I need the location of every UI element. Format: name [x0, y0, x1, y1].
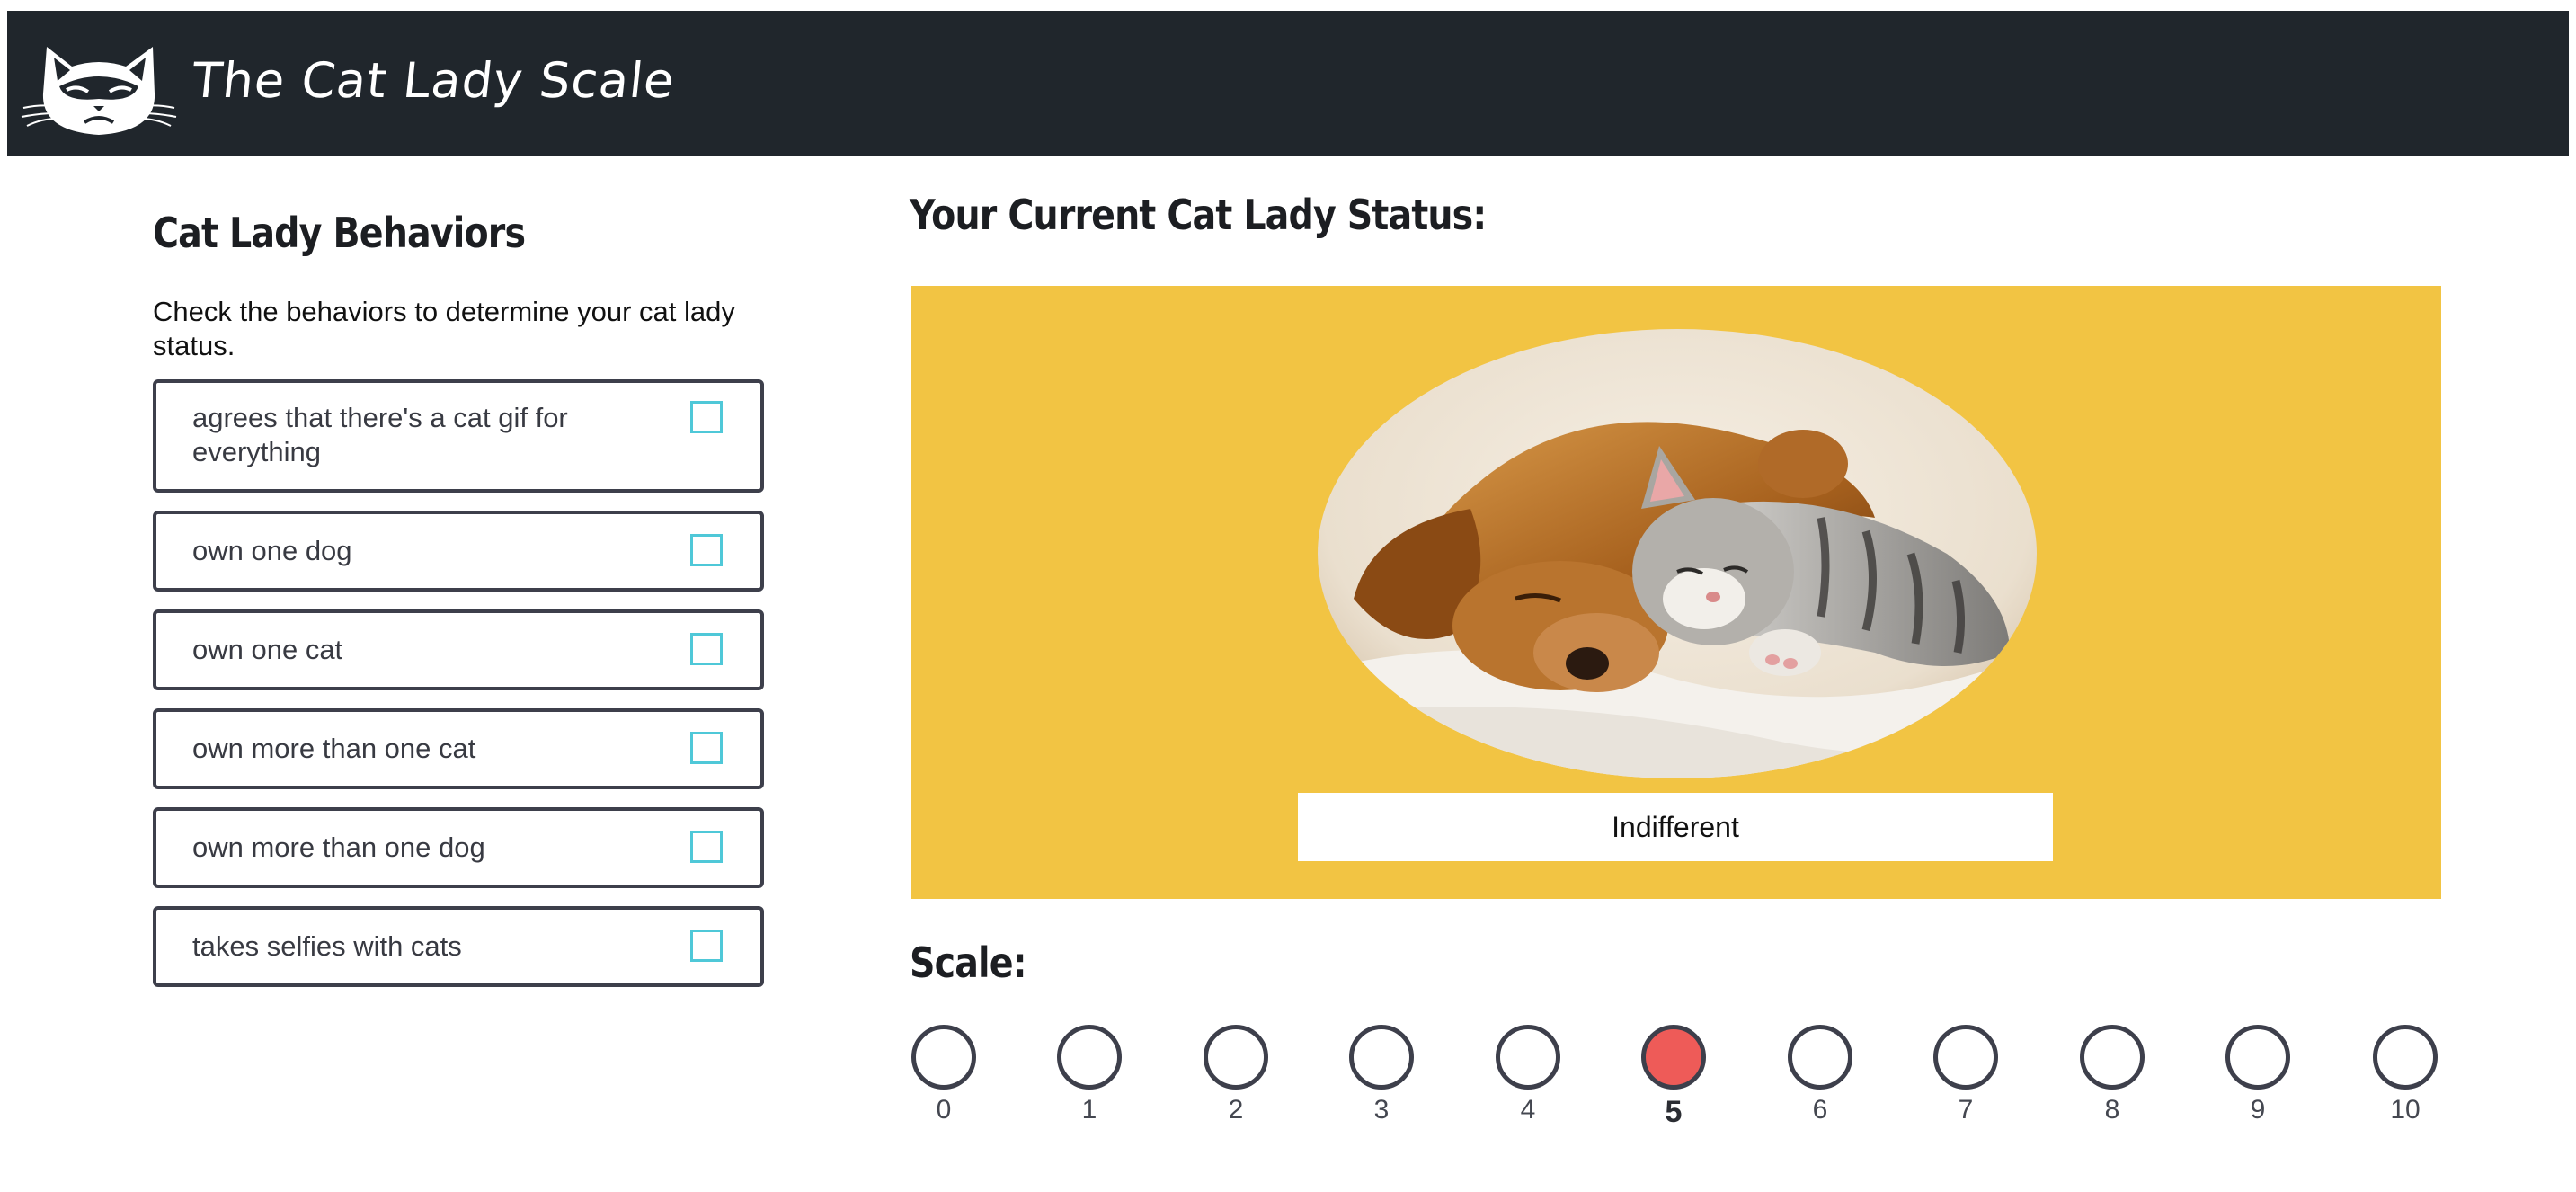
behavior-item[interactable]: takes selfies with cats — [153, 906, 764, 987]
behavior-checkbox[interactable] — [690, 930, 723, 962]
scale-radio[interactable] — [1057, 1025, 1122, 1090]
scale-radio[interactable] — [2225, 1025, 2290, 1090]
behavior-label: own one cat — [192, 634, 343, 665]
scale-radio[interactable] — [911, 1025, 976, 1090]
scale-value: 10 — [2390, 1095, 2421, 1125]
scale-value: 8 — [2104, 1095, 2120, 1125]
scale-radio[interactable] — [1204, 1025, 1268, 1090]
behavior-checkbox[interactable] — [690, 534, 723, 566]
behaviors-title: Cat Lady Behaviors — [153, 209, 526, 257]
behaviors-list: agrees that there's a cat gif for everyt… — [153, 379, 764, 987]
status-image — [1318, 329, 2037, 778]
scale-option-9[interactable]: 9 — [2224, 1025, 2292, 1125]
status-panel: Indifferent — [911, 286, 2441, 899]
scale-option-6[interactable]: 6 — [1786, 1025, 1854, 1125]
scale-radio-selected[interactable] — [1641, 1025, 1706, 1090]
scale-value: 1 — [1081, 1095, 1097, 1125]
app-header: The Cat Lady Scale — [7, 11, 2569, 156]
behavior-item[interactable]: own one cat — [153, 609, 764, 690]
scale-option-0[interactable]: 0 — [910, 1025, 978, 1125]
behavior-checkbox[interactable] — [690, 831, 723, 863]
scale-option-4[interactable]: 4 — [1494, 1025, 1562, 1125]
grumpy-cat-logo-icon — [21, 47, 177, 135]
scale-radio[interactable] — [2373, 1025, 2438, 1090]
status-section: Your Current Cat Lady Status: Indifferen… — [910, 191, 2441, 1129]
status-title: Your Current Cat Lady Status: — [910, 191, 1487, 239]
puppy-kitten-photo — [1318, 329, 2037, 778]
behaviors-intro: Check the behaviors to determine your ca… — [153, 296, 735, 361]
behavior-label: own one dog — [192, 535, 352, 566]
scale-value: 5 — [1665, 1095, 1683, 1129]
scale-option-5[interactable]: 5 — [1639, 1025, 1708, 1130]
behavior-item[interactable]: own more than one cat — [153, 708, 764, 789]
behavior-item[interactable]: agrees that there's a cat gif for everyt… — [153, 379, 764, 493]
behavior-item[interactable]: own more than one dog — [153, 807, 764, 888]
behavior-checkbox[interactable] — [690, 633, 723, 665]
scale-value: 7 — [1958, 1095, 1974, 1125]
scale-value: 0 — [936, 1095, 952, 1125]
status-label: Indifferent — [1298, 793, 2053, 861]
scale-option-10[interactable]: 10 — [2371, 1025, 2439, 1125]
scale-value: 6 — [1812, 1095, 1828, 1125]
behaviors-panel: Cat Lady Behaviors Check the behaviors t… — [153, 209, 764, 1005]
scale-option-7[interactable]: 7 — [1932, 1025, 2000, 1125]
scale-value: 2 — [1228, 1095, 1244, 1125]
behavior-checkbox[interactable] — [690, 401, 723, 433]
behavior-checkbox[interactable] — [690, 732, 723, 764]
scale-option-8[interactable]: 8 — [2078, 1025, 2146, 1125]
scale-radio[interactable] — [1933, 1025, 1998, 1090]
scale-title: Scale: — [910, 938, 1027, 987]
scale-value: 3 — [1373, 1095, 1390, 1125]
scale-value: 9 — [2250, 1095, 2266, 1125]
scale-option-1[interactable]: 1 — [1055, 1025, 1124, 1125]
scale-radio[interactable] — [1788, 1025, 1852, 1090]
app-title: The Cat Lady Scale — [189, 52, 678, 109]
scale-selector: 0 1 2 3 4 5 6 7 8 9 10 — [910, 1025, 2441, 1133]
behavior-label: own more than one dog — [192, 832, 485, 863]
behavior-label: agrees that there's a cat gif for everyt… — [192, 402, 568, 467]
scale-radio[interactable] — [2080, 1025, 2145, 1090]
scale-option-3[interactable]: 3 — [1347, 1025, 1416, 1125]
scale-value: 4 — [1520, 1095, 1536, 1125]
scale-option-2[interactable]: 2 — [1202, 1025, 1270, 1125]
behavior-label: takes selfies with cats — [192, 930, 462, 962]
behavior-item[interactable]: own one dog — [153, 511, 764, 592]
scale-radio[interactable] — [1496, 1025, 1560, 1090]
scale-radio[interactable] — [1349, 1025, 1414, 1090]
behavior-label: own more than one cat — [192, 733, 476, 764]
